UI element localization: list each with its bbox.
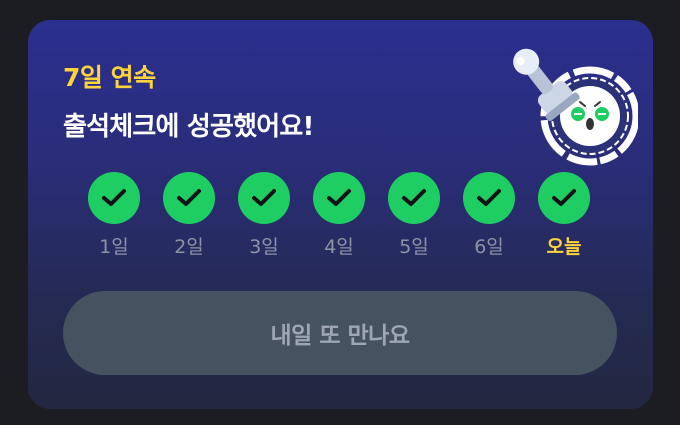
check-icon xyxy=(163,172,215,224)
day-label: 1일 xyxy=(99,236,129,258)
check-icon xyxy=(538,172,590,224)
day-label: 6일 xyxy=(474,236,504,258)
day-item-4: 4일 xyxy=(309,172,369,259)
success-title: 출석체크에 성공했어요! xyxy=(63,112,314,142)
day-item-today: 오늘 xyxy=(534,172,594,259)
streak-count: 7일 연속 xyxy=(63,63,156,92)
day-item-3: 3일 xyxy=(234,172,294,259)
day-item-5: 5일 xyxy=(384,172,444,259)
day-label: 5일 xyxy=(399,236,429,258)
check-icon xyxy=(463,172,515,224)
check-icon xyxy=(313,172,365,224)
check-icon xyxy=(238,172,290,224)
see-you-tomorrow-button[interactable]: 내일 또 만나요 xyxy=(63,291,617,375)
day-label-today: 오늘 xyxy=(546,236,582,258)
check-icon xyxy=(388,172,440,224)
attendance-stamp-icon xyxy=(513,48,638,166)
day-label: 4일 xyxy=(324,236,354,258)
attendance-days: 1일 2일 3일 4일 5일 6일 오늘 xyxy=(28,172,653,272)
day-item-2: 2일 xyxy=(159,172,219,259)
check-icon xyxy=(88,172,140,224)
day-item-6: 6일 xyxy=(459,172,519,259)
day-item-1: 1일 xyxy=(84,172,144,259)
day-label: 3일 xyxy=(249,236,279,258)
attendance-card: 7일 연속 출석체크에 성공했어요! 1일 2일 3일 4일 5일 6일 오늘 … xyxy=(28,20,653,409)
day-label: 2일 xyxy=(174,236,204,258)
